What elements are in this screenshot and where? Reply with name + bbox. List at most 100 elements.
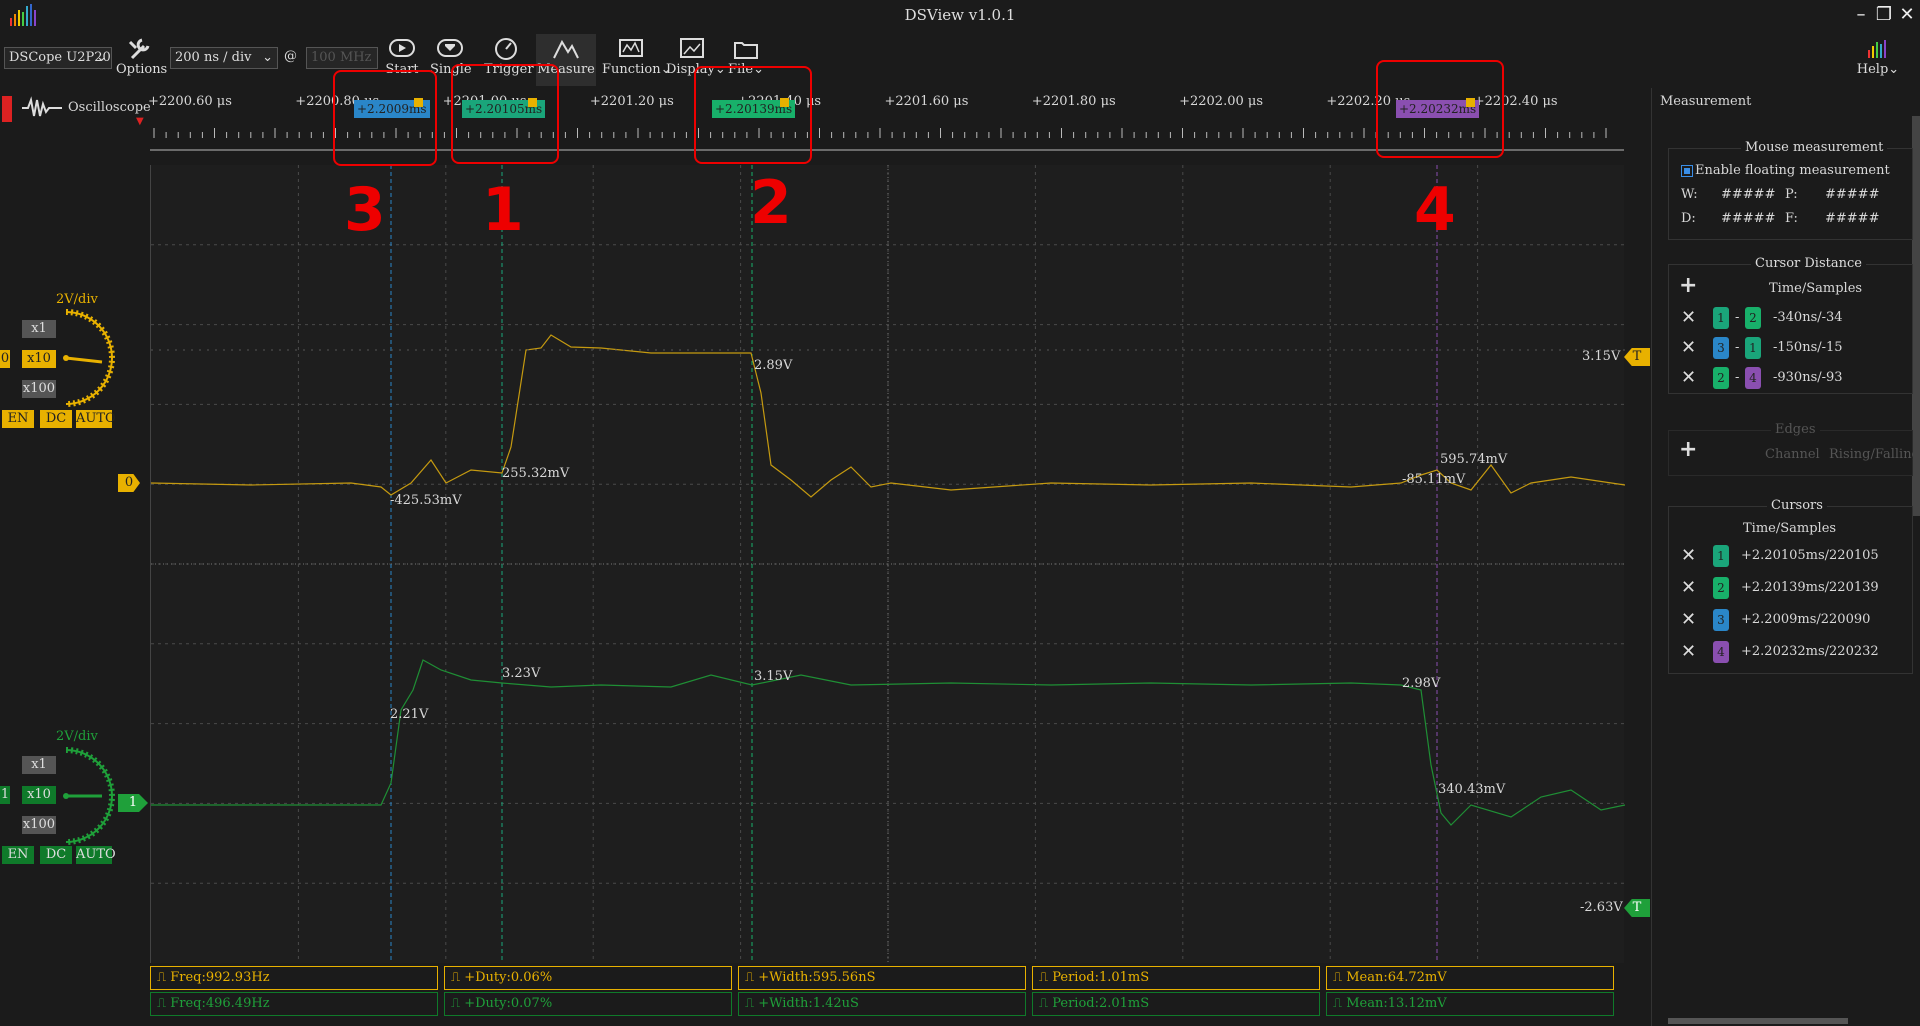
mode-indicator: [2, 96, 12, 122]
edges-rising-col: Rising/Falling: [1829, 447, 1913, 462]
ch0-label-a: -425.53mV: [390, 493, 462, 508]
ch1-measurement-0[interactable]: ⎍ Freq:496.49Hz: [150, 992, 438, 1016]
distance-cursor-b[interactable]: 1: [1745, 337, 1761, 359]
trigger-marker-2[interactable]: T: [1624, 899, 1650, 917]
add-edge-icon[interactable]: +: [1679, 437, 1697, 462]
single-icon: [437, 39, 463, 57]
waveform-view[interactable]: [150, 165, 1625, 963]
remove-cursor-icon[interactable]: ✕: [1681, 545, 1696, 566]
help-logo-icon: [1868, 40, 1886, 58]
measurement-text: Period:1.01mS: [1052, 970, 1150, 985]
remove-cursor-icon[interactable]: ✕: [1681, 609, 1696, 630]
remove-cursor-icon[interactable]: ✕: [1681, 577, 1696, 598]
pulse-icon: ⎍: [451, 970, 465, 985]
ch1-knob[interactable]: [58, 746, 118, 846]
cursor-distance-title: Cursor Distance: [1751, 256, 1866, 271]
annotation-number-1: 1: [482, 175, 524, 245]
cursor-badge[interactable]: 1: [1713, 545, 1729, 567]
measurement-text: Mean:13.12mV: [1346, 996, 1447, 1011]
ch1-auto-button[interactable]: AUTO: [76, 846, 116, 864]
ch1-measurement-3[interactable]: ⎍ Period:2.01mS: [1032, 992, 1320, 1016]
ch0-auto-button[interactable]: AUTO: [76, 410, 116, 428]
ch1-measurement-4[interactable]: ⎍ Mean:13.12mV: [1326, 992, 1614, 1016]
ch0-measurement-1[interactable]: ⎍ +Duty:0.06%: [444, 966, 732, 990]
edges-channel-col: Channel: [1765, 447, 1820, 462]
annotation-box-4: [1376, 60, 1504, 158]
w-label: W:: [1681, 187, 1698, 202]
ch0-measurement-3[interactable]: ⎍ Period:1.01mS: [1032, 966, 1320, 990]
distance-value: -930ns/-93: [1773, 370, 1843, 385]
pulse-icon: ⎍: [1039, 970, 1053, 985]
f-value: #####: [1825, 211, 1880, 226]
remove-distance-icon[interactable]: ✕: [1681, 337, 1696, 358]
mouse-measurement-title: Mouse measurement: [1741, 140, 1888, 155]
ch0-probe-x100[interactable]: x100: [22, 380, 56, 398]
ch1-vdiv: 2V/div: [56, 729, 98, 744]
remove-distance-icon[interactable]: ✕: [1681, 367, 1696, 388]
ch0-label-e: -85.11mV: [1402, 472, 1466, 487]
ch0-label-d: 595.74mV: [1440, 452, 1508, 467]
measurement-text: +Width:595.56nS: [758, 970, 876, 985]
trigger-marker-1[interactable]: T: [1624, 348, 1650, 366]
cursor-badge[interactable]: 4: [1713, 641, 1729, 663]
options-button[interactable]: Options: [116, 34, 167, 86]
cursors-col-header: Time/Samples: [1743, 521, 1837, 536]
ch0-dc-button[interactable]: DC: [40, 410, 72, 428]
ch1-probe-x1[interactable]: x1: [22, 756, 56, 774]
ch0-measurement-4[interactable]: ⎍ Mean:64.72mV: [1326, 966, 1614, 990]
p-label: P:: [1785, 187, 1798, 202]
distance-cursor-b[interactable]: 2: [1745, 307, 1761, 329]
close-icon[interactable]: ✕: [1896, 4, 1918, 26]
ch0-probe-x1[interactable]: x1: [22, 320, 56, 338]
ch1-knob-mark: 1: [0, 786, 10, 804]
panel-hscroll[interactable]: [1668, 1018, 1848, 1024]
distance-cursor-a[interactable]: 1: [1713, 307, 1729, 329]
ch0-measurement-0[interactable]: ⎍ Freq:992.93Hz: [150, 966, 438, 990]
ch1-probe-x100[interactable]: x100: [22, 816, 56, 834]
ch1-label-c: 3.15V: [754, 669, 793, 684]
device-select[interactable]: DSCope U2P20 ⌄: [4, 47, 112, 69]
measure-icon: [553, 39, 579, 59]
cursor-badge[interactable]: 3: [1713, 609, 1729, 631]
remove-distance-icon[interactable]: ✕: [1681, 307, 1696, 328]
cursor-badge[interactable]: 2: [1713, 577, 1729, 599]
remove-cursor-icon[interactable]: ✕: [1681, 641, 1696, 662]
ch1-probe-x10[interactable]: x10: [22, 786, 56, 804]
ch1-en-button[interactable]: EN: [2, 846, 34, 864]
help-button[interactable]: Help⌄: [1852, 34, 1904, 86]
pulse-icon: ⎍: [745, 996, 759, 1011]
mouse-measurement-group: Mouse measurement Enable floating measur…: [1668, 140, 1913, 240]
ch0-knob[interactable]: [58, 308, 118, 408]
function-button[interactable]: Function⌄: [602, 34, 672, 86]
ch1-dc-button[interactable]: DC: [40, 846, 72, 864]
ch0-measurement-2[interactable]: ⎍ +Width:595.56nS: [738, 966, 1026, 990]
minimize-icon[interactable]: –: [1850, 4, 1872, 26]
ch1-measurement-1[interactable]: ⎍ +Duty:0.07%: [444, 992, 732, 1016]
wrench-icon: [128, 38, 150, 60]
display-icon: [680, 38, 704, 58]
title-bar: DSView v1.0.1 – ❐ ✕: [0, 0, 1920, 34]
enable-floating-checkbox[interactable]: [1681, 165, 1693, 177]
distance-value: -150ns/-15: [1773, 340, 1843, 355]
d-value: #####: [1721, 211, 1776, 226]
panel-scrollbar[interactable]: [1912, 116, 1920, 516]
measurement-text: +Duty:0.06%: [464, 970, 553, 985]
timebase-select[interactable]: 200 ns / div ⌄: [170, 47, 278, 69]
pulse-icon: ⎍: [157, 996, 171, 1011]
p-value: #####: [1825, 187, 1880, 202]
d-label: D:: [1681, 211, 1696, 226]
ch0-probe-x10[interactable]: x10: [22, 350, 56, 368]
add-distance-icon[interactable]: +: [1679, 273, 1697, 298]
ch1-label-e: 340.43mV: [1438, 782, 1506, 797]
ch1-measurement-2[interactable]: ⎍ +Width:1.42uS: [738, 992, 1026, 1016]
distance-cursor-b[interactable]: 4: [1745, 367, 1761, 389]
measurement-text: Mean:64.72mV: [1346, 970, 1447, 985]
trigger-level-2: -2.63V: [1580, 900, 1623, 915]
distance-cursor-a[interactable]: 3: [1713, 337, 1729, 359]
distance-cursor-a[interactable]: 2: [1713, 367, 1729, 389]
restore-icon[interactable]: ❐: [1873, 4, 1895, 26]
ch0-en-button[interactable]: EN: [2, 410, 34, 428]
annotation-number-4: 4: [1414, 175, 1456, 245]
samplerate-select[interactable]: 100 MHz: [306, 47, 378, 69]
measurement-text: Freq:992.93Hz: [170, 970, 270, 985]
